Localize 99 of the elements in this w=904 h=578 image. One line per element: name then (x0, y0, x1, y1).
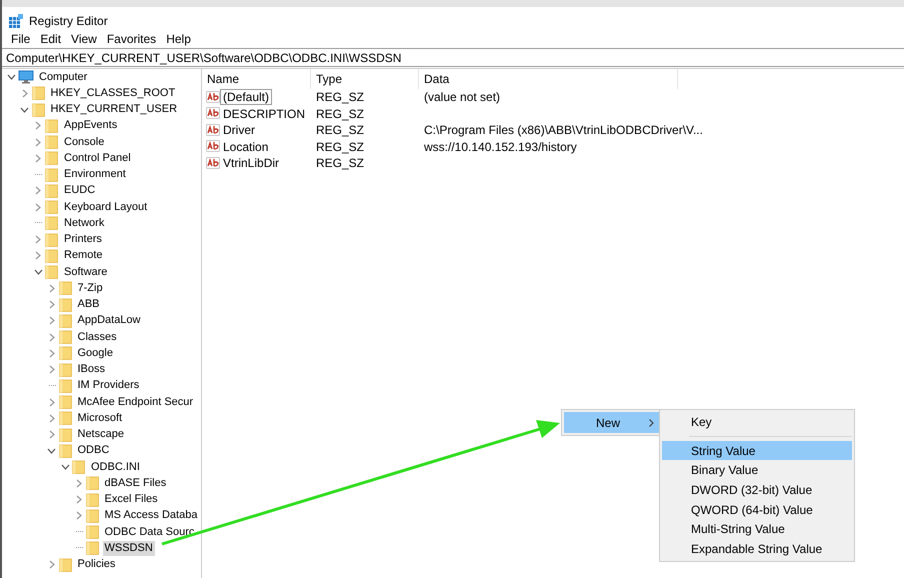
tree-item[interactable]: ODBC (76, 443, 112, 458)
folder-icon (45, 118, 59, 133)
folder-icon (45, 265, 59, 280)
tree-item[interactable]: Control Panel (62, 150, 133, 166)
tree-item[interactable]: McAfee Endpoint Secur (76, 394, 196, 410)
folder-icon (45, 248, 59, 263)
tree-item[interactable]: AppDataLow (76, 313, 142, 328)
value-name[interactable]: VtrinLibDir (220, 155, 282, 172)
folder-icon (58, 330, 72, 344)
value-name[interactable]: Location (220, 138, 272, 155)
folder-icon (86, 541, 100, 556)
column-header[interactable]: Name (202, 69, 311, 89)
menu-item[interactable]: DWORD (32-bit) Value (662, 480, 852, 500)
tree-item[interactable]: EUDC (62, 183, 98, 198)
folder-icon (86, 492, 100, 507)
tree-item[interactable]: 7-Zip (76, 280, 105, 296)
folder-icon (45, 184, 59, 198)
menu-item[interactable]: String Value (662, 440, 852, 460)
table-cell-text: wss://10.140.152.193/history (423, 140, 577, 154)
menu-item[interactable]: Edit (35, 32, 66, 46)
string-value-icon (206, 107, 220, 120)
menu-item[interactable]: View (66, 32, 102, 46)
tree-item[interactable]: MS Access Databa (102, 508, 200, 524)
tree-item[interactable]: Environment (62, 167, 128, 182)
folder-icon (86, 525, 100, 540)
folder-icon (58, 411, 72, 426)
menu-item[interactable]: New (564, 412, 660, 433)
tree-item[interactable]: WSSDSN (102, 540, 155, 556)
monitor-icon (18, 70, 34, 84)
tree-item[interactable]: AppEvents (62, 118, 120, 134)
address-bar[interactable]: Computer\HKEY_CURRENT_USER\Software\ODBC\ODBC.INI\WSSDSN (2, 48, 904, 67)
folder-icon (58, 346, 72, 360)
string-value-icon (206, 124, 220, 137)
tree-item[interactable]: Google (76, 346, 115, 361)
folder-icon (45, 135, 59, 150)
table-cell-text: REG_SZ (315, 156, 366, 170)
column-header[interactable]: Data (419, 69, 678, 89)
value-name[interactable]: DESCRIPTION (220, 106, 308, 122)
menu-item[interactable]: Help (161, 32, 196, 46)
tree-item[interactable]: Excel Files (102, 492, 160, 508)
folder-icon (45, 168, 59, 182)
tree-item[interactable]: HKEY_CLASSES_ROOT (48, 86, 178, 101)
table-cell-text: (value not set) (423, 90, 500, 104)
folder-icon (58, 428, 72, 442)
folder-icon (58, 298, 72, 312)
tree-item[interactable]: Classes (76, 330, 119, 345)
tree-item[interactable]: Policies (76, 557, 118, 572)
folder-icon (58, 314, 72, 328)
folder-icon (45, 216, 59, 230)
folder-icon (58, 281, 72, 296)
value-name[interactable]: (Default) (220, 89, 272, 106)
column-header[interactable]: Type (311, 69, 419, 89)
tree-item[interactable]: ABB (76, 297, 102, 312)
string-value-icon (206, 140, 220, 154)
folder-icon (58, 378, 72, 393)
folder-icon (32, 86, 46, 100)
tree-item[interactable]: ODBC Data Sourc (102, 524, 196, 540)
string-value-icon (206, 156, 220, 170)
tree-item[interactable]: IM Providers (76, 378, 142, 394)
tree-item[interactable]: Netscape (76, 427, 126, 442)
folder-icon (32, 102, 46, 117)
folder-icon (72, 460, 86, 474)
tree-item[interactable]: Microsoft (76, 410, 124, 426)
tree-item[interactable]: Network (62, 216, 106, 231)
tree-item[interactable]: Printers (62, 232, 104, 248)
folder-icon (45, 200, 59, 214)
folder-icon (58, 444, 72, 458)
tree-item[interactable]: Remote (62, 248, 105, 264)
tree-item[interactable]: HKEY_CURRENT_USER (48, 102, 180, 118)
folder-icon (58, 362, 72, 377)
folder-icon (45, 151, 59, 166)
menu-item[interactable]: Key (662, 412, 852, 432)
value-name[interactable]: Driver (220, 122, 258, 138)
menu-item[interactable]: Binary Value (662, 460, 852, 480)
table-cell-text: REG_SZ (315, 90, 366, 104)
tree-item[interactable]: Console (62, 134, 106, 150)
folder-icon (86, 508, 100, 523)
table-cell-text: REG_SZ (315, 140, 366, 154)
folder-icon (86, 476, 100, 490)
string-value-icon (206, 90, 220, 104)
folder-icon (58, 395, 72, 410)
window-title: Registry Editor (29, 14, 108, 28)
tree-item[interactable]: dBASE Files (102, 476, 168, 491)
menu-item[interactable]: Expandable String Value (662, 539, 852, 559)
tree-item[interactable]: Computer (37, 70, 90, 85)
table-cell-text: REG_SZ (315, 123, 366, 138)
registry-cubes-icon (9, 14, 23, 28)
table-cell-text: REG_SZ (315, 106, 366, 121)
tree-item[interactable]: ODBC.INI (89, 460, 142, 475)
tree-item[interactable]: Keyboard Layout (62, 200, 150, 215)
menu-item[interactable]: Favorites (102, 32, 162, 46)
folder-icon (45, 232, 59, 247)
menu-item[interactable]: File (6, 32, 36, 46)
menu-item[interactable]: Multi-String Value (662, 519, 852, 540)
menu-item[interactable]: QWORD (64-bit) Value (662, 500, 852, 520)
tree-item[interactable]: IBoss (76, 362, 108, 378)
tree-item[interactable]: Software (62, 264, 110, 280)
table-cell-text: C:\Program Files (x86)\ABB\VtrinLibODBCDriver\V... (423, 123, 703, 138)
folder-icon (58, 558, 72, 572)
